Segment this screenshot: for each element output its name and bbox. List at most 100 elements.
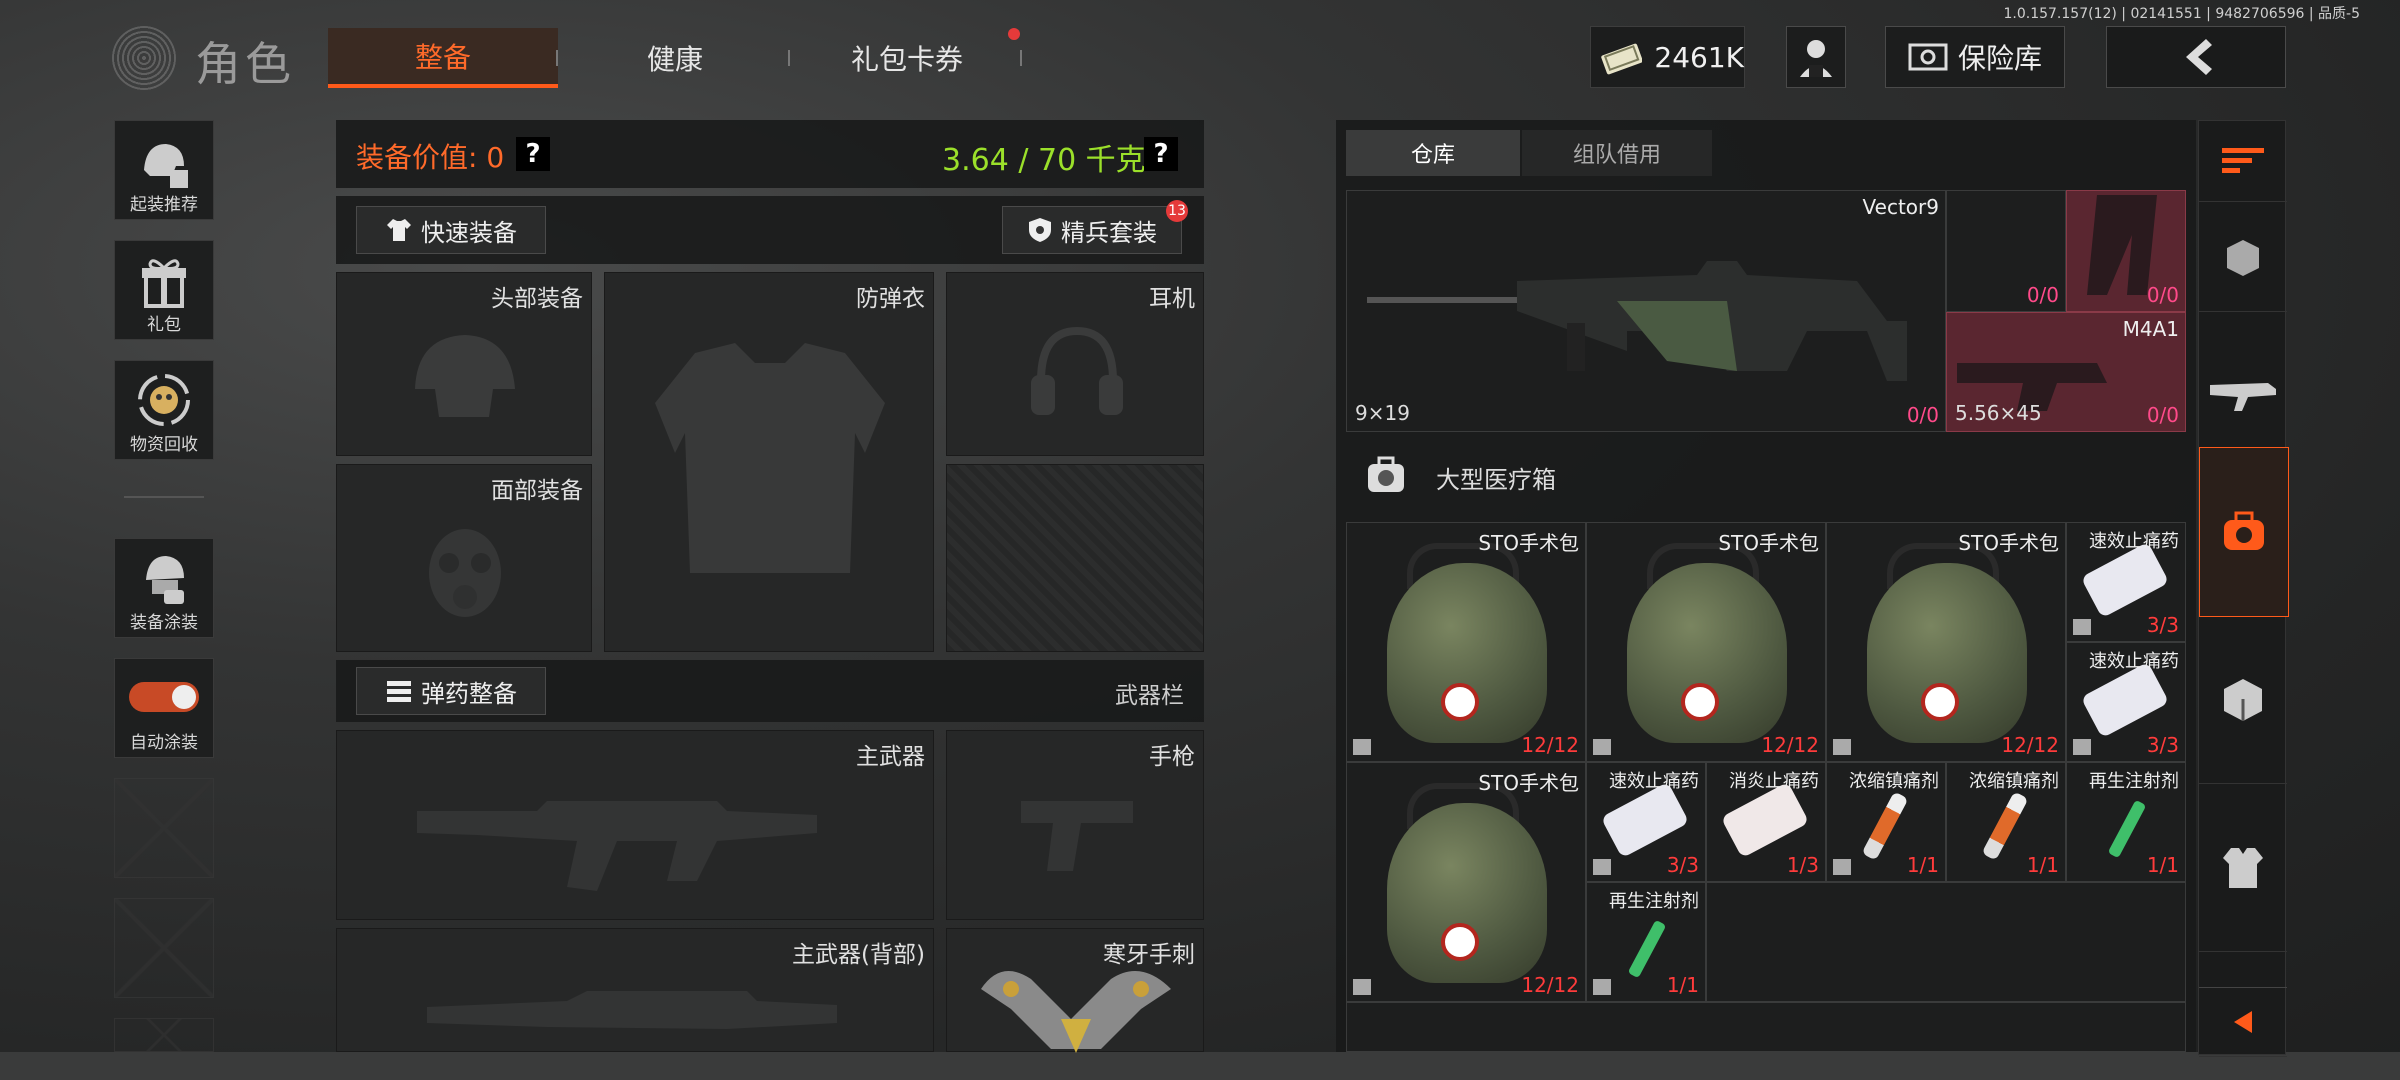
sidebar-item-label: 起装推荐 xyxy=(130,195,198,215)
rifle-icon xyxy=(2210,383,2276,411)
primary-weapon-slot[interactable]: 主武器 xyxy=(336,730,934,920)
vault-label: 保险库 xyxy=(1957,42,2042,75)
tab-team-borrow[interactable]: 组队借用 xyxy=(1522,130,1712,176)
item-name: 速效止痛药 xyxy=(1609,771,1699,792)
back-weapon-slot[interactable]: 主武器(背部) xyxy=(336,928,934,1052)
ammo-equip-label: 弹药整备 xyxy=(421,679,517,708)
shield-icon xyxy=(1029,218,1051,242)
sidebar-empty-slot xyxy=(114,1018,214,1052)
sidebar-divider xyxy=(124,496,204,498)
list-item[interactable]: 再生注射剂 1/1 xyxy=(1586,882,1706,1002)
tab-label: 组队借用 xyxy=(1572,143,1661,168)
box-icon xyxy=(1593,859,1611,875)
category-medical[interactable] xyxy=(2199,447,2289,617)
list-item[interactable]: STO手术包 12/12 xyxy=(1586,522,1826,762)
tab-equip[interactable]: 整备 xyxy=(328,28,558,88)
sidebar-item-loadout-recommend[interactable]: 起装推荐 xyxy=(114,120,214,220)
version-info: 1.0.157.157(12) | 02141551 | 9482706596 … xyxy=(2003,6,2361,22)
slot-label: 耳机 xyxy=(1149,286,1195,312)
medkit-icon xyxy=(1368,456,1404,492)
auto-paint-toggle[interactable] xyxy=(129,682,199,712)
item-count: 0/0 xyxy=(1906,403,1939,427)
category-armor[interactable] xyxy=(2199,783,2287,952)
stock-attachment-slot[interactable]: 0/0 xyxy=(2066,190,2186,312)
spray-can-icon xyxy=(1981,791,2029,861)
med-box-label: 大型医疗箱 xyxy=(1436,466,1556,494)
ammo-equip-button[interactable]: 弹药整备 xyxy=(356,667,546,715)
elite-set-label: 精兵套装 xyxy=(1061,218,1157,247)
pistol-slot[interactable]: 手枪 xyxy=(946,730,1204,920)
tab-separator xyxy=(1020,50,1022,66)
item-name: 再生注射剂 xyxy=(2089,771,2179,792)
gas-mask-icon xyxy=(429,529,501,617)
list-item[interactable]: 浓缩镇痛剂 1/1 xyxy=(1946,762,2066,882)
list-item[interactable]: STO手术包 12/12 xyxy=(1346,522,1586,762)
tab-gift-cards[interactable]: 礼包卡券 xyxy=(792,28,1022,88)
list-item[interactable]: 速效止痛药 3/3 xyxy=(1586,762,1706,882)
rifle-back-silhouette-icon xyxy=(427,991,837,1029)
agent-profile-button[interactable] xyxy=(1786,26,1846,88)
face-slot[interactable]: 面部装备 xyxy=(336,464,592,652)
item-count: 3/3 xyxy=(2146,613,2179,637)
category-supplies[interactable] xyxy=(2199,615,2287,784)
sidebar-item-label: 装备涂装 xyxy=(130,613,198,633)
collapse-arrow-icon xyxy=(2234,1011,2252,1033)
sidebar-item-label: 自动涂装 xyxy=(130,733,198,753)
pill-pack-icon xyxy=(2080,661,2170,739)
elite-set-button[interactable]: 精兵套装 xyxy=(1002,206,1182,254)
tab-label: 整备 xyxy=(414,41,471,74)
syringe-icon xyxy=(2107,799,2147,859)
back-button[interactable] xyxy=(2106,26,2286,88)
list-item[interactable]: STO手术包 12/12 xyxy=(1346,762,1586,1002)
collapse-button[interactable] xyxy=(2199,987,2287,1057)
item-name: STO手术包 xyxy=(1718,531,1819,555)
sidebar-empty-slot xyxy=(114,898,214,998)
weapon-bar-label: 武器栏 xyxy=(1115,683,1184,709)
gear-box-icon xyxy=(2227,240,2259,276)
sidebar-item-auto-paint[interactable]: 自动涂装 xyxy=(114,658,214,758)
rifle-silhouette-icon xyxy=(417,801,817,891)
weapon-caliber: 9×19 xyxy=(1355,401,1410,425)
quick-equip-button[interactable]: 快速装备 xyxy=(356,206,546,254)
weight-help-button[interactable]: ? xyxy=(1144,137,1178,171)
item-count: 0/0 xyxy=(2146,403,2179,427)
sidebar-item-equip-paint[interactable]: 装备涂装 xyxy=(114,538,214,638)
m4a1-item[interactable]: M4A1 5.56×45 0/0 xyxy=(1946,312,2186,432)
item-name: 速效止痛药 xyxy=(2089,651,2179,672)
list-item[interactable]: 再生注射剂 1/1 xyxy=(2066,762,2186,882)
sidebar-item-label: 礼包 xyxy=(147,315,181,335)
tab-health[interactable]: 健康 xyxy=(560,28,790,88)
item-count: 0/0 xyxy=(2146,283,2179,307)
agent-icon xyxy=(1800,40,1832,77)
med-box-header[interactable]: 大型医疗箱 xyxy=(1346,440,2186,510)
headset-icon xyxy=(1031,326,1123,415)
item-count: 12/12 xyxy=(1521,973,1579,997)
list-item[interactable]: 速效止痛药 3/3 xyxy=(2066,642,2186,762)
loadout-actions: 快速装备 精兵套装 13 xyxy=(336,196,1204,264)
value-help-button[interactable]: ? xyxy=(516,137,550,171)
vector9-item[interactable]: Vector9 9×19 0/0 xyxy=(1346,190,1946,432)
melee-slot[interactable]: 寒牙手刺 xyxy=(946,928,1204,1053)
sidebar-item-gift[interactable]: 礼包 xyxy=(114,240,214,340)
sort-button[interactable] xyxy=(2199,121,2287,202)
slot-label: 手枪 xyxy=(1149,744,1195,770)
list-item[interactable]: STO手术包 12/12 xyxy=(1826,522,2066,762)
item-name: 速效止痛药 xyxy=(2089,531,2179,552)
weapon-attachment-slot[interactable]: 0/0 xyxy=(1946,190,2066,312)
vault-button[interactable]: 保险库 xyxy=(1885,26,2065,88)
toggle-knob xyxy=(172,685,196,709)
category-gear[interactable] xyxy=(2199,201,2287,312)
no-drop-icon xyxy=(1353,739,1371,755)
list-item[interactable]: 速效止痛药 3/3 xyxy=(2066,522,2186,642)
armor-vest-icon xyxy=(655,343,885,573)
medical-emblem xyxy=(1921,683,1959,721)
list-item[interactable]: 消炎止痛药 1/3 xyxy=(1706,762,1826,882)
tab-warehouse[interactable]: 仓库 xyxy=(1346,130,1520,176)
equipment-value: 装备价值: 0 xyxy=(356,141,505,174)
head-slot[interactable]: 头部装备 xyxy=(336,272,592,456)
list-item[interactable]: 浓缩镇痛剂 1/1 xyxy=(1826,762,1946,882)
armor-slot[interactable]: 防弹衣 xyxy=(604,272,934,652)
sidebar-item-recycle[interactable]: 物资回收 xyxy=(114,360,214,460)
currency-display[interactable]: 2461K xyxy=(1590,26,1745,88)
ear-slot[interactable]: 耳机 xyxy=(946,272,1204,456)
